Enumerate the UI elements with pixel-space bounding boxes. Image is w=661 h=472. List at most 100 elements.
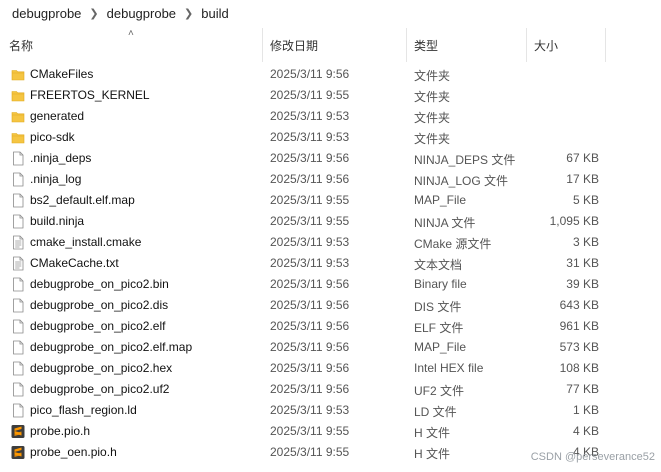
file-name: probe_oen.pio.h: [30, 445, 117, 459]
file-type: NINJA_LOG 文件: [414, 174, 509, 188]
text-file-icon: [11, 235, 25, 250]
file-name: .ninja_deps: [30, 151, 92, 165]
file-icon: [11, 151, 25, 166]
file-row[interactable]: probe.pio.h 2025/3/11 9:55 H 文件 4 KB: [0, 421, 661, 442]
text-file-icon: [11, 256, 25, 271]
file-icon: [11, 277, 25, 292]
file-icon: [11, 361, 25, 376]
sublime-icon: [11, 445, 25, 460]
file-size: 5 KB: [572, 193, 599, 207]
file-list: CMakeFiles 2025/3/11 9:56 文件夹 FREERTOS_KERN…: [0, 64, 661, 463]
file-size: 4 KB: [572, 424, 599, 438]
file-type: 文件夹: [414, 90, 451, 104]
file-type: Binary file: [414, 277, 467, 291]
file-row[interactable]: debugprobe_on_pico2.uf2 2025/3/11 9:56 UF2…: [0, 379, 661, 400]
file-name: FREERTOS_KERNEL: [30, 88, 150, 102]
file-name: CMakeCache.txt: [30, 256, 119, 270]
file-type: 文件夹: [414, 111, 451, 125]
file-date: 2025/3/11 9:56: [270, 298, 350, 312]
file-size: 3 KB: [572, 235, 599, 249]
file-type: NINJA_DEPS 文件: [414, 153, 516, 167]
file-type: DIS 文件: [414, 300, 462, 314]
file-name: debugprobe_on_pico2.elf: [30, 319, 166, 333]
file-size: 17 KB: [566, 172, 599, 186]
file-date: 2025/3/11 9:53: [270, 403, 350, 417]
column-header-name[interactable]: 名称: [0, 28, 263, 62]
file-row[interactable]: build.ninja 2025/3/11 9:55 NINJA 文件 1,095 K…: [0, 211, 661, 232]
file-row[interactable]: pico_flash_region.ld 2025/3/11 9:53 LD 文件 1…: [0, 400, 661, 421]
file-type: MAP_File: [414, 193, 467, 207]
file-date: 2025/3/11 9:55: [270, 424, 350, 438]
file-date: 2025/3/11 9:56: [270, 361, 350, 375]
column-header-date[interactable]: 修改日期: [263, 28, 407, 62]
file-date: 2025/3/11 9:55: [270, 193, 350, 207]
file-row[interactable]: debugprobe_on_pico2.hex 2025/3/11 9:56 Int…: [0, 358, 661, 379]
column-header-row: ˄ 名称 修改日期 类型 大小: [0, 28, 661, 62]
file-row[interactable]: CMakeCache.txt 2025/3/11 9:53 文本文档 31 KB: [0, 253, 661, 274]
breadcrumb-item-build[interactable]: build: [201, 6, 228, 21]
breadcrumb-item-debugprobe-sub[interactable]: debugprobe: [107, 6, 176, 21]
file-date: 2025/3/11 9:56: [270, 382, 350, 396]
file-size: 1,095 KB: [549, 214, 599, 228]
file-row[interactable]: debugprobe_on_pico2.elf 2025/3/11 9:56 ELF…: [0, 316, 661, 337]
file-icon: [11, 340, 25, 355]
file-name: debugprobe_on_pico2.bin: [30, 277, 169, 291]
watermark: CSDN @perseverance52: [530, 451, 655, 463]
file-name: .ninja_log: [30, 172, 82, 186]
column-header-size-label: 大小: [534, 38, 559, 53]
file-size: 1 KB: [572, 403, 599, 417]
file-icon: [11, 403, 25, 418]
file-icon: [11, 214, 25, 229]
file-name: pico_flash_region.ld: [30, 403, 137, 417]
file-type: 文件夹: [414, 69, 451, 83]
file-row[interactable]: .ninja_deps 2025/3/11 9:56 NINJA_DEPS 文件 67…: [0, 148, 661, 169]
column-header-type-label: 类型: [414, 38, 439, 53]
file-row[interactable]: pico-sdk 2025/3/11 9:53 文件夹: [0, 127, 661, 148]
chevron-right-icon[interactable]: ❯: [176, 7, 201, 20]
file-type: UF2 文件: [414, 384, 465, 398]
sublime-icon: [11, 424, 25, 439]
file-date: 2025/3/11 9:55: [270, 88, 350, 102]
file-row[interactable]: FREERTOS_KERNEL 2025/3/11 9:55 文件夹: [0, 85, 661, 106]
file-date: 2025/3/11 9:53: [270, 109, 350, 123]
folder-icon: [11, 109, 25, 124]
file-type: LD 文件: [414, 405, 457, 419]
file-row[interactable]: bs2_default.elf.map 2025/3/11 9:55 MAP_Fil…: [0, 190, 661, 211]
file-date: 2025/3/11 9:56: [270, 172, 350, 186]
file-row[interactable]: .ninja_log 2025/3/11 9:56 NINJA_LOG 文件 17 K…: [0, 169, 661, 190]
column-header-size[interactable]: 大小: [527, 28, 606, 62]
file-icon: [11, 319, 25, 334]
file-size: 573 KB: [559, 340, 599, 354]
file-date: 2025/3/11 9:56: [270, 277, 350, 291]
file-date: 2025/3/11 9:53: [270, 256, 350, 270]
file-type: MAP_File: [414, 340, 467, 354]
file-icon: [11, 298, 25, 313]
chevron-right-icon[interactable]: ❯: [81, 7, 106, 20]
file-type: 文件夹: [414, 132, 451, 146]
breadcrumb-item-debugprobe[interactable]: debugprobe: [0, 6, 81, 21]
file-row[interactable]: cmake_install.cmake 2025/3/11 9:53 CMake 源…: [0, 232, 661, 253]
file-name: pico-sdk: [30, 130, 75, 144]
file-date: 2025/3/11 9:53: [270, 235, 350, 249]
file-name: CMakeFiles: [30, 67, 94, 81]
file-type: 文本文档: [414, 258, 463, 272]
file-name: generated: [30, 109, 85, 123]
file-type: H 文件: [414, 447, 451, 461]
file-row[interactable]: debugprobe_on_pico2.bin 2025/3/11 9:56 Bin…: [0, 274, 661, 295]
file-name: debugprobe_on_pico2.elf.map: [30, 340, 193, 354]
file-date: 2025/3/11 9:56: [270, 67, 350, 81]
file-row[interactable]: debugprobe_on_pico2.dis 2025/3/11 9:56 DIS…: [0, 295, 661, 316]
file-name: cmake_install.cmake: [30, 235, 142, 249]
file-name: debugprobe_on_pico2.uf2: [30, 382, 170, 396]
file-date: 2025/3/11 9:56: [270, 319, 350, 333]
column-header-type[interactable]: 类型: [407, 28, 527, 62]
file-row[interactable]: CMakeFiles 2025/3/11 9:56 文件夹: [0, 64, 661, 85]
file-date: 2025/3/11 9:55: [270, 214, 350, 228]
breadcrumb: debugprobe ❯ debugprobe ❯ build: [0, 0, 661, 26]
file-name: debugprobe_on_pico2.dis: [30, 298, 169, 312]
file-name: debugprobe_on_pico2.hex: [30, 361, 173, 375]
file-row[interactable]: generated 2025/3/11 9:53 文件夹: [0, 106, 661, 127]
file-icon: [11, 172, 25, 187]
file-row[interactable]: debugprobe_on_pico2.elf.map 2025/3/11 9:5…: [0, 337, 661, 358]
column-header-name-label: 名称: [9, 38, 34, 53]
